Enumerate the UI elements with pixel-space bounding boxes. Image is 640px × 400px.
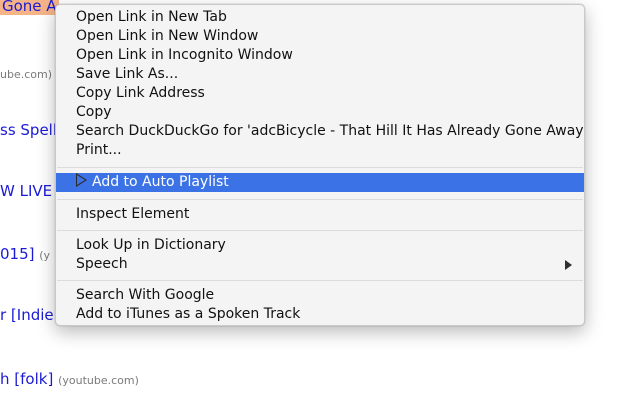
submenu-arrow-icon	[565, 260, 572, 270]
menu-item-inspect-element[interactable]: Inspect Element	[56, 205, 584, 224]
background-link-5[interactable]: r [Indie	[0, 306, 54, 324]
context-menu: Open Link in New Tab Open Link in New Wi…	[55, 4, 585, 326]
menu-item-search-duckduckgo[interactable]: Search DuckDuckGo for 'adcBicycle - That…	[56, 122, 584, 141]
menu-separator	[57, 280, 583, 281]
menu-separator	[57, 167, 583, 168]
menu-item-open-new-tab[interactable]: Open Link in New Tab	[56, 8, 584, 27]
menu-separator	[57, 199, 583, 200]
menu-item-open-new-window[interactable]: Open Link in New Window	[56, 27, 584, 46]
menu-item-print[interactable]: Print...	[56, 141, 584, 160]
menu-item-look-up-dictionary[interactable]: Look Up in Dictionary	[56, 236, 584, 255]
menu-item-save-link-as[interactable]: Save Link As...	[56, 65, 584, 84]
menu-item-speech[interactable]: Speech	[56, 255, 584, 274]
menu-separator	[57, 230, 583, 231]
menu-item-copy[interactable]: Copy	[56, 103, 584, 122]
background-source-1: ube.com)	[0, 68, 53, 81]
background-link-2[interactable]: ss Spell	[0, 121, 57, 139]
menu-item-add-to-auto-playlist[interactable]: Add to Auto Playlist	[56, 173, 584, 192]
menu-item-add-to-itunes[interactable]: Add to iTunes as a Spoken Track	[56, 305, 584, 324]
background-link-1[interactable]: Gone A	[0, 0, 59, 15]
menu-item-search-with-google[interactable]: Search With Google	[56, 286, 584, 305]
menu-item-open-incognito[interactable]: Open Link in Incognito Window	[56, 46, 584, 65]
background-link-3[interactable]: W LIVE	[0, 182, 52, 200]
background-link-4[interactable]: 015] (y	[0, 245, 50, 263]
play-triangle-icon	[76, 173, 87, 187]
menu-item-copy-link-address[interactable]: Copy Link Address	[56, 84, 584, 103]
background-link-6[interactable]: h [folk] (youtube.com)	[0, 370, 139, 388]
